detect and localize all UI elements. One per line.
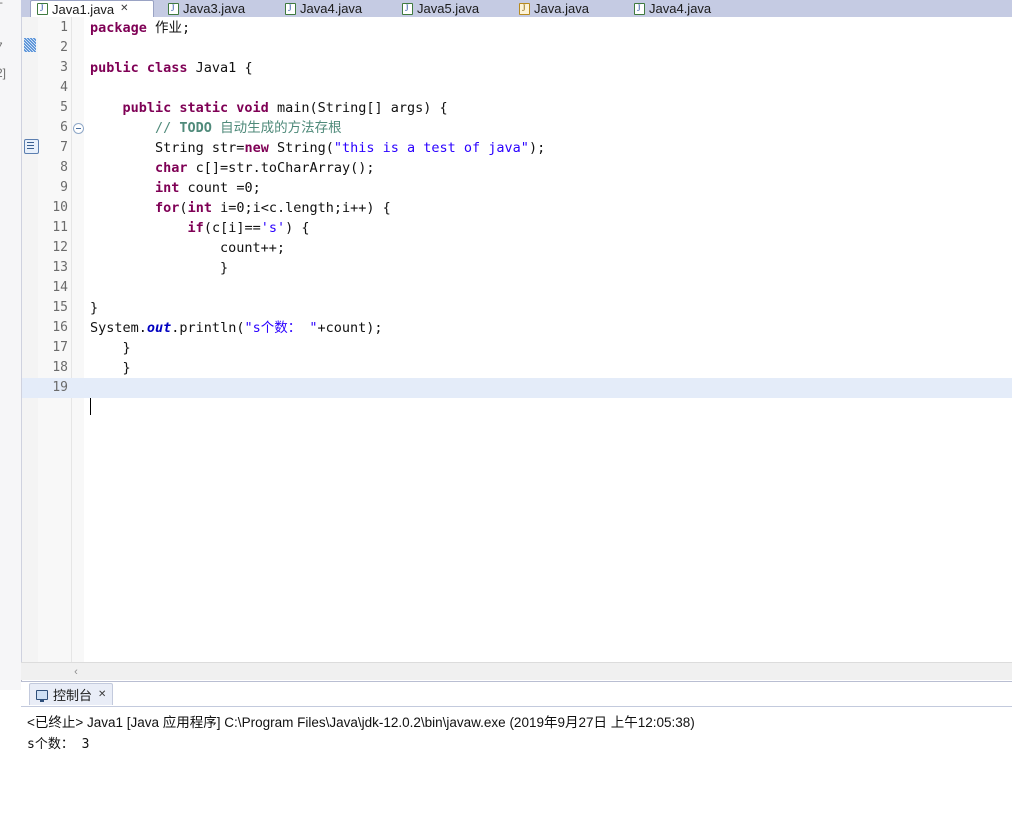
console-status-line: <已终止> Java1 [Java 应用程序] C:\Program Files… xyxy=(27,715,695,730)
code-line-13[interactable]: 13 } xyxy=(22,258,1012,278)
code-line-text: count++; xyxy=(90,240,286,256)
java-file-icon xyxy=(285,2,296,15)
console-tab-label: 控制台 xyxy=(53,688,93,703)
line-number: 13 xyxy=(52,260,68,275)
line-number: 3 xyxy=(60,60,68,75)
code-line-text: int count =0; xyxy=(155,180,261,196)
code-line-6[interactable]: 6 // TODO 自动生成的方法存根 xyxy=(22,118,1012,138)
close-icon[interactable]: ✕ xyxy=(98,689,106,700)
left-panel-surface: ⌐ 7 2] xyxy=(0,0,21,690)
code-line-4[interactable]: 4 xyxy=(22,78,1012,98)
console-monitor-icon xyxy=(36,689,48,702)
line-number: 17 xyxy=(52,340,68,355)
code-line-1[interactable]: 1 package 作业; xyxy=(22,18,1012,38)
editor-tab-label: Java4.java xyxy=(649,1,712,16)
code-line-17[interactable]: 17 } xyxy=(22,338,1012,358)
code-line-12[interactable]: 12 count++; xyxy=(22,238,1012,258)
console-tab-bar: 控制台 ✕ xyxy=(21,682,1012,706)
code-line-text: package 作业; xyxy=(90,20,191,36)
editor-tab-java5-java-3[interactable]: Java5.java xyxy=(396,0,501,17)
line-number: 4 xyxy=(60,80,68,95)
code-line-5[interactable]: 5 public static void main(String[] args)… xyxy=(22,98,1012,118)
code-line-text: public class Java1 { xyxy=(90,60,253,76)
console-output-line: s个数： 3 xyxy=(27,737,90,752)
code-line-7[interactable]: 7 String str=new String("this is a test … xyxy=(22,138,1012,158)
code-line-2[interactable]: 2 xyxy=(22,38,1012,58)
line-number: 15 xyxy=(52,300,68,315)
code-line-18[interactable]: 18 } xyxy=(22,358,1012,378)
code-line-16[interactable]: 16 System.out.println("s个数： "+count); xyxy=(22,318,1012,338)
java-file-icon xyxy=(37,3,48,15)
line-number: 9 xyxy=(60,180,68,195)
line-number: 12 xyxy=(52,240,68,255)
code-line-text: // TODO 自动生成的方法存根 xyxy=(155,120,342,136)
java-file-icon xyxy=(402,2,413,15)
editor-tab-label: Java3.java xyxy=(183,1,246,16)
code-text-area[interactable]: 1 package 作业; 2 3 public class Java1 { 4 5 pub… xyxy=(22,17,1012,662)
line-number: 6 xyxy=(60,120,68,135)
editor-horizontal-scrollbar[interactable]: ‹ xyxy=(21,662,1012,680)
code-line-text: for(int i=0;i<c.length;i++) { xyxy=(155,200,391,216)
editor-tab-java4-java-5[interactable]: Java4.java xyxy=(628,0,733,17)
text-caret xyxy=(90,398,91,415)
code-line-text: char c[]=str.toCharArray(); xyxy=(155,160,375,176)
code-line-3[interactable]: 3 public class Java1 { xyxy=(22,58,1012,78)
editor-tab-label: Java4.java xyxy=(300,1,363,16)
left-panel-fragment-3: 2] xyxy=(0,66,7,80)
code-line-text: System.out.println("s个数： "+count); xyxy=(90,320,383,336)
code-line-text: } xyxy=(90,360,131,376)
code-line-text: } xyxy=(90,300,99,316)
line-number: 10 xyxy=(52,200,68,215)
editor-tab-java3-java-1[interactable]: Java3.java xyxy=(162,0,267,17)
tab-console[interactable]: 控制台 ✕ xyxy=(29,683,114,705)
editor-tab-label: Java.java xyxy=(534,1,589,16)
editor-tab-bar: Java1.java ✕ Java3.java Java4.java Java5.jav… xyxy=(21,0,1012,17)
console-output-area[interactable]: <已终止> Java1 [Java 应用程序] C:\Program Files… xyxy=(21,706,1012,816)
code-line-8[interactable]: 8 char c[]=str.toCharArray(); xyxy=(22,158,1012,178)
code-line-text: public static void main(String[] args) { xyxy=(122,100,448,116)
line-number: 8 xyxy=(60,160,68,175)
editor-tab-java4-java-2[interactable]: Java4.java xyxy=(279,0,384,17)
left-panel-fragment-1: ⌐ xyxy=(0,0,3,10)
code-line-19[interactable]: 19 xyxy=(22,378,1012,398)
editor-tab-java-java-4[interactable]: Java.java xyxy=(513,0,613,17)
java-file-icon xyxy=(634,2,645,15)
fold-collapse-icon[interactable] xyxy=(73,123,84,134)
line-number: 19 xyxy=(52,380,68,395)
eclipse-ide-window: ⌐ 7 2] Java1.java✕Java3.javaJava4.javaJa… xyxy=(0,0,1012,816)
code-editor[interactable]: 1 package 作业; 2 3 public class Java1 { 4 5 pub… xyxy=(21,17,1012,662)
code-line-15[interactable]: 15} xyxy=(22,298,1012,318)
close-icon[interactable]: ✕ xyxy=(120,4,128,14)
editor-tab-java1-java-0[interactable]: Java1.java ✕ xyxy=(30,0,154,17)
code-line-10[interactable]: 10 for(int i=0;i<c.length;i++) { xyxy=(22,198,1012,218)
console-panel: 控制台 ✕ <已终止> Java1 [Java 应用程序] C:\Program… xyxy=(21,681,1012,816)
scroll-left-arrow-icon[interactable]: ‹ xyxy=(69,665,83,679)
line-number: 11 xyxy=(52,220,68,235)
code-line-text: String str=new String("this is a test of… xyxy=(90,140,546,156)
code-line-11[interactable]: 11 if(c[i]=='s') { xyxy=(22,218,1012,238)
java-file-warning-icon xyxy=(519,2,530,15)
line-number: 1 xyxy=(60,20,68,35)
occurrence-hatch-marker-icon xyxy=(24,38,36,52)
todo-task-marker-icon[interactable] xyxy=(24,139,39,154)
code-line-9[interactable]: 9 int count =0; xyxy=(22,178,1012,198)
editor-tab-label: Java5.java xyxy=(417,1,480,16)
scrollbar-track[interactable] xyxy=(83,664,1012,680)
code-line-14[interactable]: 14 xyxy=(22,278,1012,298)
editor-tab-label: Java1.java xyxy=(52,1,115,17)
left-side-panel-cutoff: ⌐ 7 2] xyxy=(0,0,22,816)
line-number: 14 xyxy=(52,280,68,295)
line-number: 16 xyxy=(52,320,68,335)
line-number: 18 xyxy=(52,360,68,375)
java-file-icon xyxy=(168,2,179,15)
line-number: 5 xyxy=(60,100,68,115)
code-line-text: } xyxy=(90,340,131,356)
line-number: 2 xyxy=(60,40,68,55)
code-line-text: } xyxy=(90,260,229,276)
code-line-text: if(c[i]=='s') { xyxy=(187,220,310,236)
left-panel-fragment-2: 7 xyxy=(0,40,3,54)
line-number: 7 xyxy=(60,140,68,155)
